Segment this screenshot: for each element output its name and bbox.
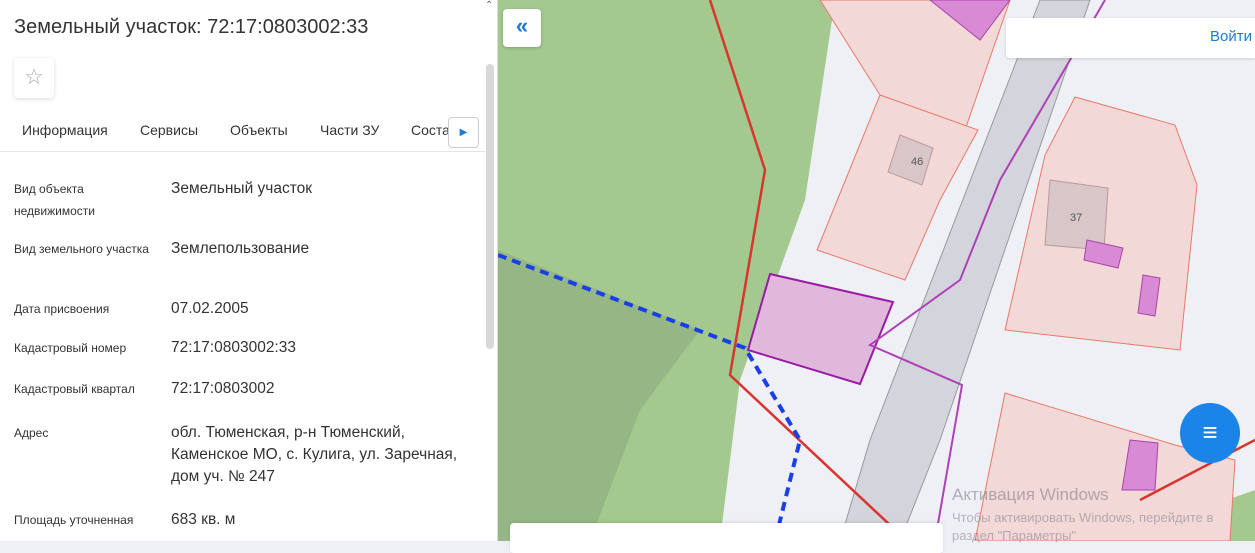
tab-bar: Информация Сервисы Объекты Части ЗУ Сост… xyxy=(0,112,488,152)
page-title: Земельный участок: 72:17:0803002:33 xyxy=(14,16,369,38)
tab-parts[interactable]: Части ЗУ xyxy=(320,122,379,138)
chat-button[interactable]: ≡ xyxy=(1180,403,1240,463)
field-value: 72:17:0803002:33 xyxy=(171,339,296,356)
field-label: Дата присвоения xyxy=(14,302,110,316)
field-label: Адрес xyxy=(14,426,49,440)
field-label: Площадь уточненная xyxy=(14,513,134,527)
activation-watermark-title: Активация Windows xyxy=(952,485,1109,504)
activation-watermark-line: Чтобы активировать Windows, перейдите в xyxy=(952,510,1214,525)
field-label: Кадастровый квартал xyxy=(14,382,135,396)
parcel-label: 46 xyxy=(911,156,923,168)
collapse-panel-button[interactable]: « xyxy=(503,9,541,47)
map-bottom-toolbar[interactable] xyxy=(510,523,943,553)
scroll-up-icon[interactable]: ⌃ xyxy=(485,0,493,11)
tabs-next-button[interactable]: ▶ xyxy=(448,117,479,148)
info-panel: Земельный участок: 72:17:0803002:33 ☆ Ин… xyxy=(0,0,498,541)
tab-objects[interactable]: Объекты xyxy=(230,122,288,138)
login-button[interactable]: Войти xyxy=(1006,18,1255,58)
tab-info[interactable]: Информация xyxy=(14,122,116,151)
field-value: 07.02.2005 xyxy=(171,300,249,317)
chat-icon: ≡ xyxy=(1202,417,1218,447)
field-label: Кадастровый номер xyxy=(14,341,127,355)
cadastral-map[interactable]: 46 37 xyxy=(498,0,1255,541)
field-value: 72:17:0803002 xyxy=(171,380,275,397)
field-value: обл. Тюменская, р-н Тюменский, Каменское… xyxy=(171,424,458,485)
parcel-label: 37 xyxy=(1070,212,1082,224)
field-value: 683 кв. м xyxy=(171,511,236,528)
field-value: Землепользование xyxy=(171,240,310,257)
field-label: Вид земельного участка xyxy=(14,242,149,256)
star-icon: ☆ xyxy=(24,64,44,89)
tab-services[interactable]: Сервисы xyxy=(140,122,198,138)
scrollbar[interactable] xyxy=(486,64,494,349)
field-value: Земельный участок xyxy=(171,180,313,197)
favorite-button[interactable]: ☆ xyxy=(14,58,54,98)
tab-composition[interactable]: Соста xyxy=(411,122,450,138)
field-label: Вид объекта недвижимости xyxy=(14,182,95,218)
